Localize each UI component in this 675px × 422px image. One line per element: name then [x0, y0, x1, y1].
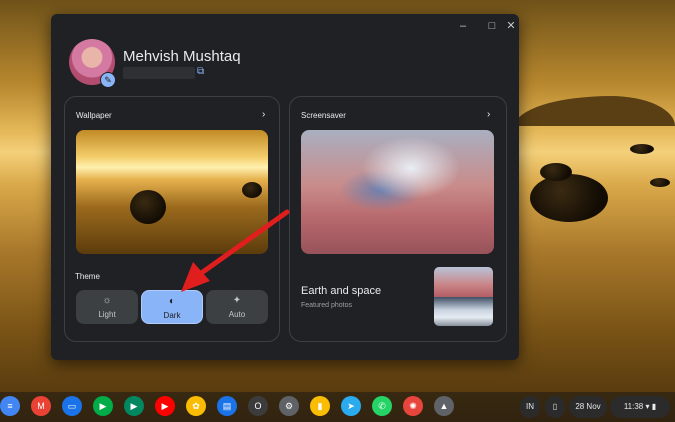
messages-icon[interactable]: ▤	[217, 396, 237, 416]
theme-label: Theme	[75, 272, 100, 281]
telegram-icon[interactable]: ➤	[341, 396, 361, 416]
settings-icon[interactable]: ⚙	[279, 396, 299, 416]
open-in-new-icon[interactable]: ⧉	[197, 66, 204, 77]
album-thumbnail[interactable]	[434, 297, 493, 326]
boulder	[650, 178, 670, 187]
maximize-button[interactable]: □	[485, 19, 499, 33]
theme-dark-label: Dark	[163, 311, 181, 320]
boulder	[130, 190, 166, 224]
boulder	[530, 174, 608, 222]
clock: 11:38	[623, 402, 644, 411]
app-icon[interactable]: ▲	[434, 396, 454, 416]
close-button[interactable]: ✕	[504, 19, 518, 33]
whatsapp-icon[interactable]: ✆	[372, 396, 392, 416]
wallpaper-preview[interactable]	[76, 130, 268, 254]
email-redacted	[123, 67, 195, 79]
pencil-icon[interactable]: ✎	[100, 72, 116, 88]
album-name[interactable]: Earth and space	[301, 285, 381, 297]
dark-mode-icon: ◐	[168, 296, 176, 307]
chevron-right-icon[interactable]: ›	[487, 109, 490, 120]
battery-icon: ▮	[651, 402, 657, 411]
boulder	[540, 163, 572, 181]
theme-auto-button[interactable]: ✦ Auto	[206, 290, 268, 324]
status-area[interactable]: 11:38 ▾ ▮	[610, 396, 670, 418]
play-store-icon[interactable]: ▶	[124, 396, 144, 416]
docs-icon[interactable]: ≡	[0, 396, 20, 416]
wallpaper-title[interactable]: Wallpaper	[76, 111, 112, 120]
date-display[interactable]: 28 Nov	[569, 396, 607, 418]
language-indicator[interactable]: IN	[520, 396, 540, 418]
theme-auto-label: Auto	[228, 310, 246, 319]
screensaver-title[interactable]: Screensaver	[301, 111, 346, 120]
phone-hub-icon[interactable]: ▯	[545, 396, 565, 418]
theme-light-button[interactable]: ☼ Light	[76, 290, 138, 324]
photos-icon[interactable]: ✿	[186, 396, 206, 416]
theme-dark-button[interactable]: ◐ Dark	[141, 290, 203, 324]
chevron-right-icon[interactable]: ›	[262, 109, 265, 120]
auto-mode-icon: ✦	[232, 295, 242, 306]
boulder	[242, 182, 262, 198]
meet-icon[interactable]: ▶	[93, 396, 113, 416]
distant-hills	[515, 96, 675, 126]
light-mode-icon: ☼	[102, 295, 112, 306]
youtube-icon[interactable]: ▶	[155, 396, 175, 416]
gmail-icon[interactable]: M	[31, 396, 51, 416]
album-subtitle: Featured photos	[301, 302, 352, 309]
screensaver-preview[interactable]	[301, 130, 494, 254]
theme-light-label: Light	[98, 310, 116, 319]
opera-icon[interactable]: O	[248, 396, 268, 416]
paint-icon[interactable]: ✺	[403, 396, 423, 416]
profile-name: Mehvish Mushtaq	[123, 48, 241, 65]
keep-icon[interactable]: ▮	[310, 396, 330, 416]
minimize-button[interactable]: –	[456, 19, 470, 33]
boulder	[630, 144, 654, 154]
album-thumbnail[interactable]	[434, 267, 493, 297]
files-icon[interactable]: ▭	[62, 396, 82, 416]
wifi-icon: ▾	[645, 402, 650, 411]
